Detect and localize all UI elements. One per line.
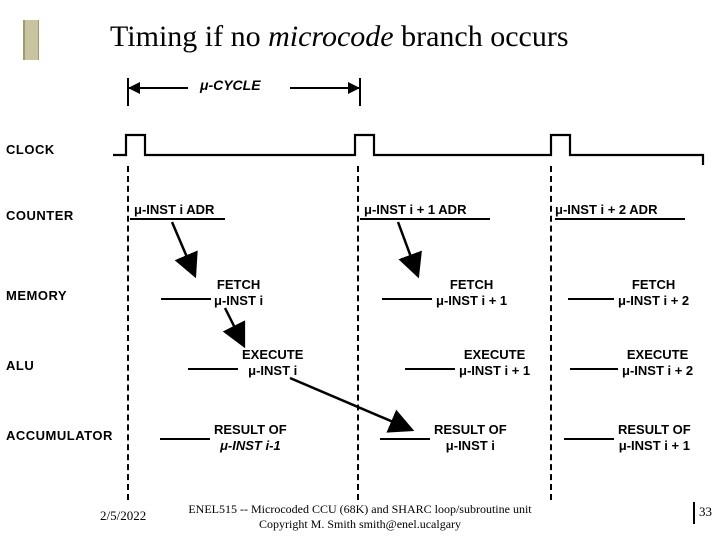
footer-line1: ENEL515 -- Microcoded CCU (68K) and SHAR…	[188, 502, 531, 516]
page-title: Timing if no microcode branch occurs	[110, 20, 569, 54]
footer-line2: Copyright M. Smith smith@enel.ucalgary	[259, 517, 461, 531]
footer-center: ENEL515 -- Microcoded CCU (68K) and SHAR…	[0, 502, 720, 532]
footer-page: 33	[693, 502, 712, 524]
title-post: branch occurs	[394, 20, 569, 53]
timing-diagram: CLOCK COUNTER MEMORY ALU ACCUMULATOR μ-C…	[0, 70, 720, 510]
title-pre: Timing if no	[110, 20, 268, 53]
footer-page-bar	[693, 502, 695, 524]
decorative-bar	[23, 20, 39, 60]
title-ital: microcode	[268, 20, 394, 53]
pipeline-arrows	[0, 70, 720, 510]
footer-page-num: 33	[699, 504, 712, 519]
